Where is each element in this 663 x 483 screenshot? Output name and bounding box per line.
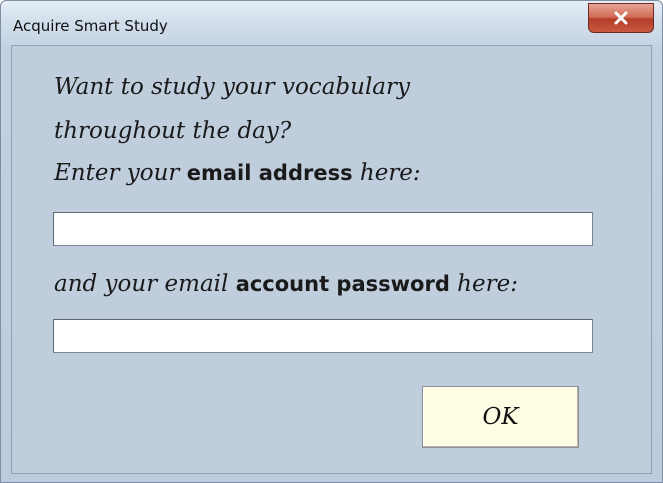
password-label-post: here: — [449, 271, 518, 297]
dialog-window: Acquire Smart Study Want to study your v… — [0, 0, 663, 483]
email-label: Enter your email address here: — [54, 160, 421, 186]
password-label-bold: account password — [235, 272, 450, 296]
email-input[interactable] — [53, 212, 593, 246]
password-label-pre: and your email — [54, 271, 236, 297]
email-label-post: here: — [352, 160, 421, 186]
password-label: and your email account password here: — [54, 271, 518, 297]
close-x-icon — [614, 11, 628, 25]
ok-button[interactable]: OK — [422, 386, 579, 448]
email-label-pre: Enter your — [54, 160, 187, 186]
password-input[interactable] — [53, 319, 593, 353]
prompt-line-2: throughout the day? — [54, 118, 292, 144]
title-bar[interactable]: Acquire Smart Study — [1, 1, 662, 45]
dialog-body: Want to study your vocabulary throughout… — [11, 45, 652, 474]
window-title: Acquire Smart Study — [13, 17, 168, 35]
prompt-line-1: Want to study your vocabulary — [54, 74, 410, 100]
close-button[interactable] — [588, 3, 654, 33]
email-label-bold: email address — [186, 161, 353, 185]
